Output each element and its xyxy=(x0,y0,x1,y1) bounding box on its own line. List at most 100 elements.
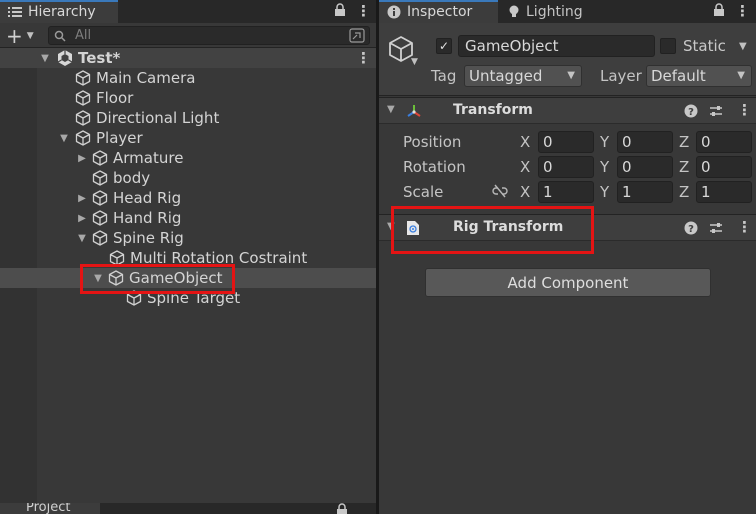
axis-y-label: Y xyxy=(600,183,610,201)
hierarchy-item-hand-rig[interactable]: ▶ Hand Rig xyxy=(0,208,376,228)
tab-hierarchy-label: Hierarchy xyxy=(28,3,96,20)
gameobject-cube-icon xyxy=(74,129,92,147)
list-item-label: Spine Rig xyxy=(113,229,184,247)
rotation-y-value: 0 xyxy=(622,158,632,176)
svg-text:?: ? xyxy=(688,107,694,118)
lightbulb-icon xyxy=(508,5,520,19)
search-filter-icon[interactable] xyxy=(349,28,365,43)
help-icon[interactable]: ? xyxy=(684,221,698,235)
axis-y-label: Y xyxy=(600,133,610,151)
axis-x-label: X xyxy=(520,158,531,176)
static-checkbox[interactable] xyxy=(660,38,676,54)
highlight-box xyxy=(391,206,594,254)
object-name-field[interactable]: GameObject xyxy=(458,35,655,57)
search-icon xyxy=(54,30,68,42)
scale-x-value: 1 xyxy=(543,183,553,201)
foldout-collapsed-icon[interactable]: ▶ xyxy=(75,148,89,168)
hierarchy-item-armature[interactable]: ▶ Armature xyxy=(0,148,376,168)
tag-value: Untagged xyxy=(469,67,543,85)
kebab-menu-icon[interactable]: ⋮ xyxy=(356,2,371,20)
scale-z-field[interactable]: 1 xyxy=(696,181,752,203)
foldout-expanded-icon[interactable]: ▼ xyxy=(75,228,89,248)
project-tab-bar: Project xyxy=(0,503,376,514)
tab-inspector[interactable]: Inspector xyxy=(379,0,498,23)
inspector-tab-bar: Inspector Lighting ⋮ xyxy=(379,0,756,23)
position-x-value: 0 xyxy=(543,133,553,151)
rotation-z-field[interactable]: 0 xyxy=(696,156,752,178)
hierarchy-item-floor[interactable]: Floor xyxy=(0,88,376,108)
static-label: Static xyxy=(683,37,726,55)
constrain-proportions-icon[interactable] xyxy=(492,184,508,198)
help-icon[interactable]: ? xyxy=(684,104,698,118)
tab-inspector-label: Inspector xyxy=(407,3,473,20)
kebab-menu-icon[interactable]: ⋮ xyxy=(735,2,750,20)
lock-icon[interactable] xyxy=(713,3,725,17)
gameobject-cube-icon xyxy=(91,229,109,247)
scene-label: Test* xyxy=(78,49,121,67)
tab-hierarchy[interactable]: Hierarchy xyxy=(0,0,118,23)
list-item-label: body xyxy=(113,169,151,187)
scale-x-field[interactable]: 1 xyxy=(538,181,594,203)
rotation-y-field[interactable]: 0 xyxy=(617,156,673,178)
transform-component-header[interactable]: ▼ Transform ? ⋮ xyxy=(379,97,756,124)
position-z-field[interactable]: 0 xyxy=(696,131,752,153)
tab-lighting[interactable]: Lighting xyxy=(500,0,610,23)
foldout-collapsed-icon[interactable]: ▶ xyxy=(75,188,89,208)
icon-dropdown-icon[interactable]: ▼ xyxy=(411,57,418,67)
scale-z-value: 1 xyxy=(701,183,711,201)
list-item-label: Floor xyxy=(96,89,134,107)
foldout-expanded-icon[interactable]: ▼ xyxy=(57,128,71,148)
chevron-down-icon: ▼ xyxy=(737,70,745,81)
static-dropdown-icon[interactable]: ▼ xyxy=(739,41,747,52)
layer-dropdown[interactable]: Default ▼ xyxy=(646,65,752,87)
list-item-label: Player xyxy=(96,129,143,147)
rotation-x-field[interactable]: 0 xyxy=(538,156,594,178)
foldout-expanded-icon[interactable]: ▼ xyxy=(38,48,52,68)
lock-icon[interactable] xyxy=(334,3,346,17)
hierarchy-item-body[interactable]: body xyxy=(0,168,376,188)
scale-y-field[interactable]: 1 xyxy=(617,181,673,203)
hierarchy-item-spine-rig[interactable]: ▼ Spine Rig xyxy=(0,228,376,248)
hierarchy-item-directional-light[interactable]: Directional Light xyxy=(0,108,376,128)
add-component-button[interactable]: Add Component xyxy=(425,268,711,297)
chevron-down-icon: ▼ xyxy=(26,30,34,41)
tag-dropdown[interactable]: Untagged ▼ xyxy=(464,65,582,87)
search-input[interactable]: All xyxy=(48,26,370,45)
hierarchy-item-player[interactable]: ▼ Player xyxy=(0,128,376,148)
presets-sliders-icon[interactable] xyxy=(709,221,723,235)
layer-value: Default xyxy=(651,67,706,85)
foldout-collapsed-icon[interactable]: ▶ xyxy=(75,208,89,228)
position-z-value: 0 xyxy=(701,133,711,151)
gameobject-cube-icon xyxy=(91,149,109,167)
active-checkbox[interactable]: ✓ xyxy=(436,38,452,54)
gameobject-header: ▼ ✓ GameObject Static ▼ Tag Untagged ▼ L… xyxy=(379,23,756,96)
gameobject-cube-icon xyxy=(91,189,109,207)
scale-y-value: 1 xyxy=(622,183,632,201)
tab-project[interactable]: Project xyxy=(0,503,100,514)
position-y-field[interactable]: 0 xyxy=(617,131,673,153)
search-placeholder: All xyxy=(75,28,92,43)
add-object-button[interactable]: + ▼ xyxy=(6,26,40,46)
scene-menu-icon[interactable]: ⋮ xyxy=(356,49,371,67)
hierarchy-panel: Hierarchy ⋮ + ▼ All ▼ Test* ⋮ Main Camer… xyxy=(0,0,376,514)
list-item-label: Main Camera xyxy=(96,69,196,87)
lock-icon[interactable] xyxy=(336,503,348,514)
hierarchy-item-head-rig[interactable]: ▶ Head Rig xyxy=(0,188,376,208)
rotation-z-value: 0 xyxy=(701,158,711,176)
highlight-box xyxy=(80,264,235,294)
component-menu-icon[interactable]: ⋮ xyxy=(737,218,752,236)
hierarchy-item-main-camera[interactable]: Main Camera xyxy=(0,68,376,88)
list-item-label: Hand Rig xyxy=(113,209,182,227)
gameobject-cube-icon xyxy=(91,169,109,187)
foldout-expanded-icon[interactable]: ▼ xyxy=(387,104,395,115)
scene-row[interactable]: ▼ Test* ⋮ xyxy=(0,48,376,68)
position-x-field[interactable]: 0 xyxy=(538,131,594,153)
component-menu-icon[interactable]: ⋮ xyxy=(737,101,752,119)
list-item-label: Head Rig xyxy=(113,189,182,207)
add-component-label: Add Component xyxy=(507,273,629,292)
layer-label: Layer xyxy=(600,67,642,85)
axis-z-label: Z xyxy=(679,183,690,201)
tag-label: Tag xyxy=(431,67,457,85)
presets-sliders-icon[interactable] xyxy=(709,104,723,118)
svg-text:?: ? xyxy=(688,224,694,235)
